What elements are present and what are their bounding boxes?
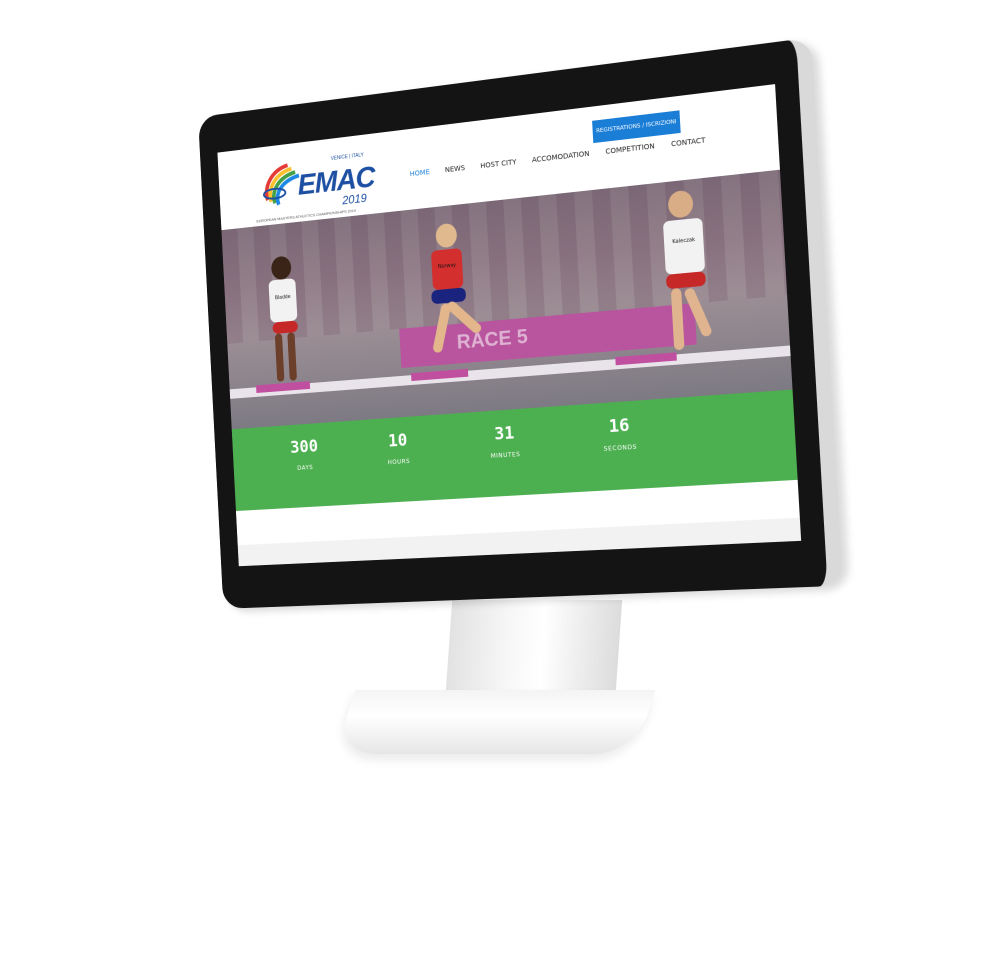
countdown-value: 31 bbox=[493, 423, 515, 445]
nav-item-news[interactable]: NEWS bbox=[445, 164, 465, 174]
countdown-hours: 10 HOURS bbox=[360, 429, 437, 468]
logo-tagline: VENICE | ITALY bbox=[330, 152, 364, 162]
athlete-left: Bladde bbox=[255, 254, 316, 403]
countdown-days: 300 DAYS bbox=[268, 435, 342, 473]
nav-item-host-city[interactable]: HOST CITY bbox=[480, 158, 516, 170]
countdown-value: 10 bbox=[387, 430, 408, 452]
nav-item-accomodation[interactable]: ACCOMODATION bbox=[532, 150, 590, 165]
product-mockup: VENICE | ITALY EMAC 2019 EUROPEAN MASTER… bbox=[0, 0, 1000, 969]
countdown-value: 16 bbox=[608, 415, 631, 438]
countdown-label: DAYS bbox=[297, 464, 314, 472]
athlete-center: Norway bbox=[403, 218, 507, 395]
nav-item-contact[interactable]: CONTACT bbox=[671, 136, 706, 148]
countdown-value: 300 bbox=[289, 436, 319, 458]
website-screen: VENICE | ITALY EMAC 2019 EUROPEAN MASTER… bbox=[217, 84, 800, 546]
countdown-minutes: 31 MINUTES bbox=[465, 421, 545, 461]
athlete-right: Kaleczak bbox=[637, 186, 741, 390]
register-button[interactable]: REGISTRATIONS / ISCRIZIONI bbox=[592, 110, 681, 144]
countdown-label: SECONDS bbox=[603, 443, 638, 453]
countdown-label: HOURS bbox=[387, 458, 411, 467]
nav-item-competition[interactable]: COMPETITION bbox=[605, 142, 655, 156]
main-nav: HOME NEWS HOST CITY ACCOMODATION COMPETI… bbox=[410, 136, 706, 178]
countdown-label: MINUTES bbox=[490, 451, 521, 460]
countdown-seconds: 16 SECONDS bbox=[578, 413, 661, 454]
nav-item-home[interactable]: HOME bbox=[410, 168, 430, 178]
logo-year: 2019 bbox=[341, 191, 368, 208]
monitor-wrap: VENICE | ITALY EMAC 2019 EUROPEAN MASTER… bbox=[0, 0, 1000, 969]
monitor-frame: VENICE | ITALY EMAC 2019 EUROPEAN MASTER… bbox=[198, 37, 843, 609]
logo-swirl-icon bbox=[260, 158, 302, 208]
